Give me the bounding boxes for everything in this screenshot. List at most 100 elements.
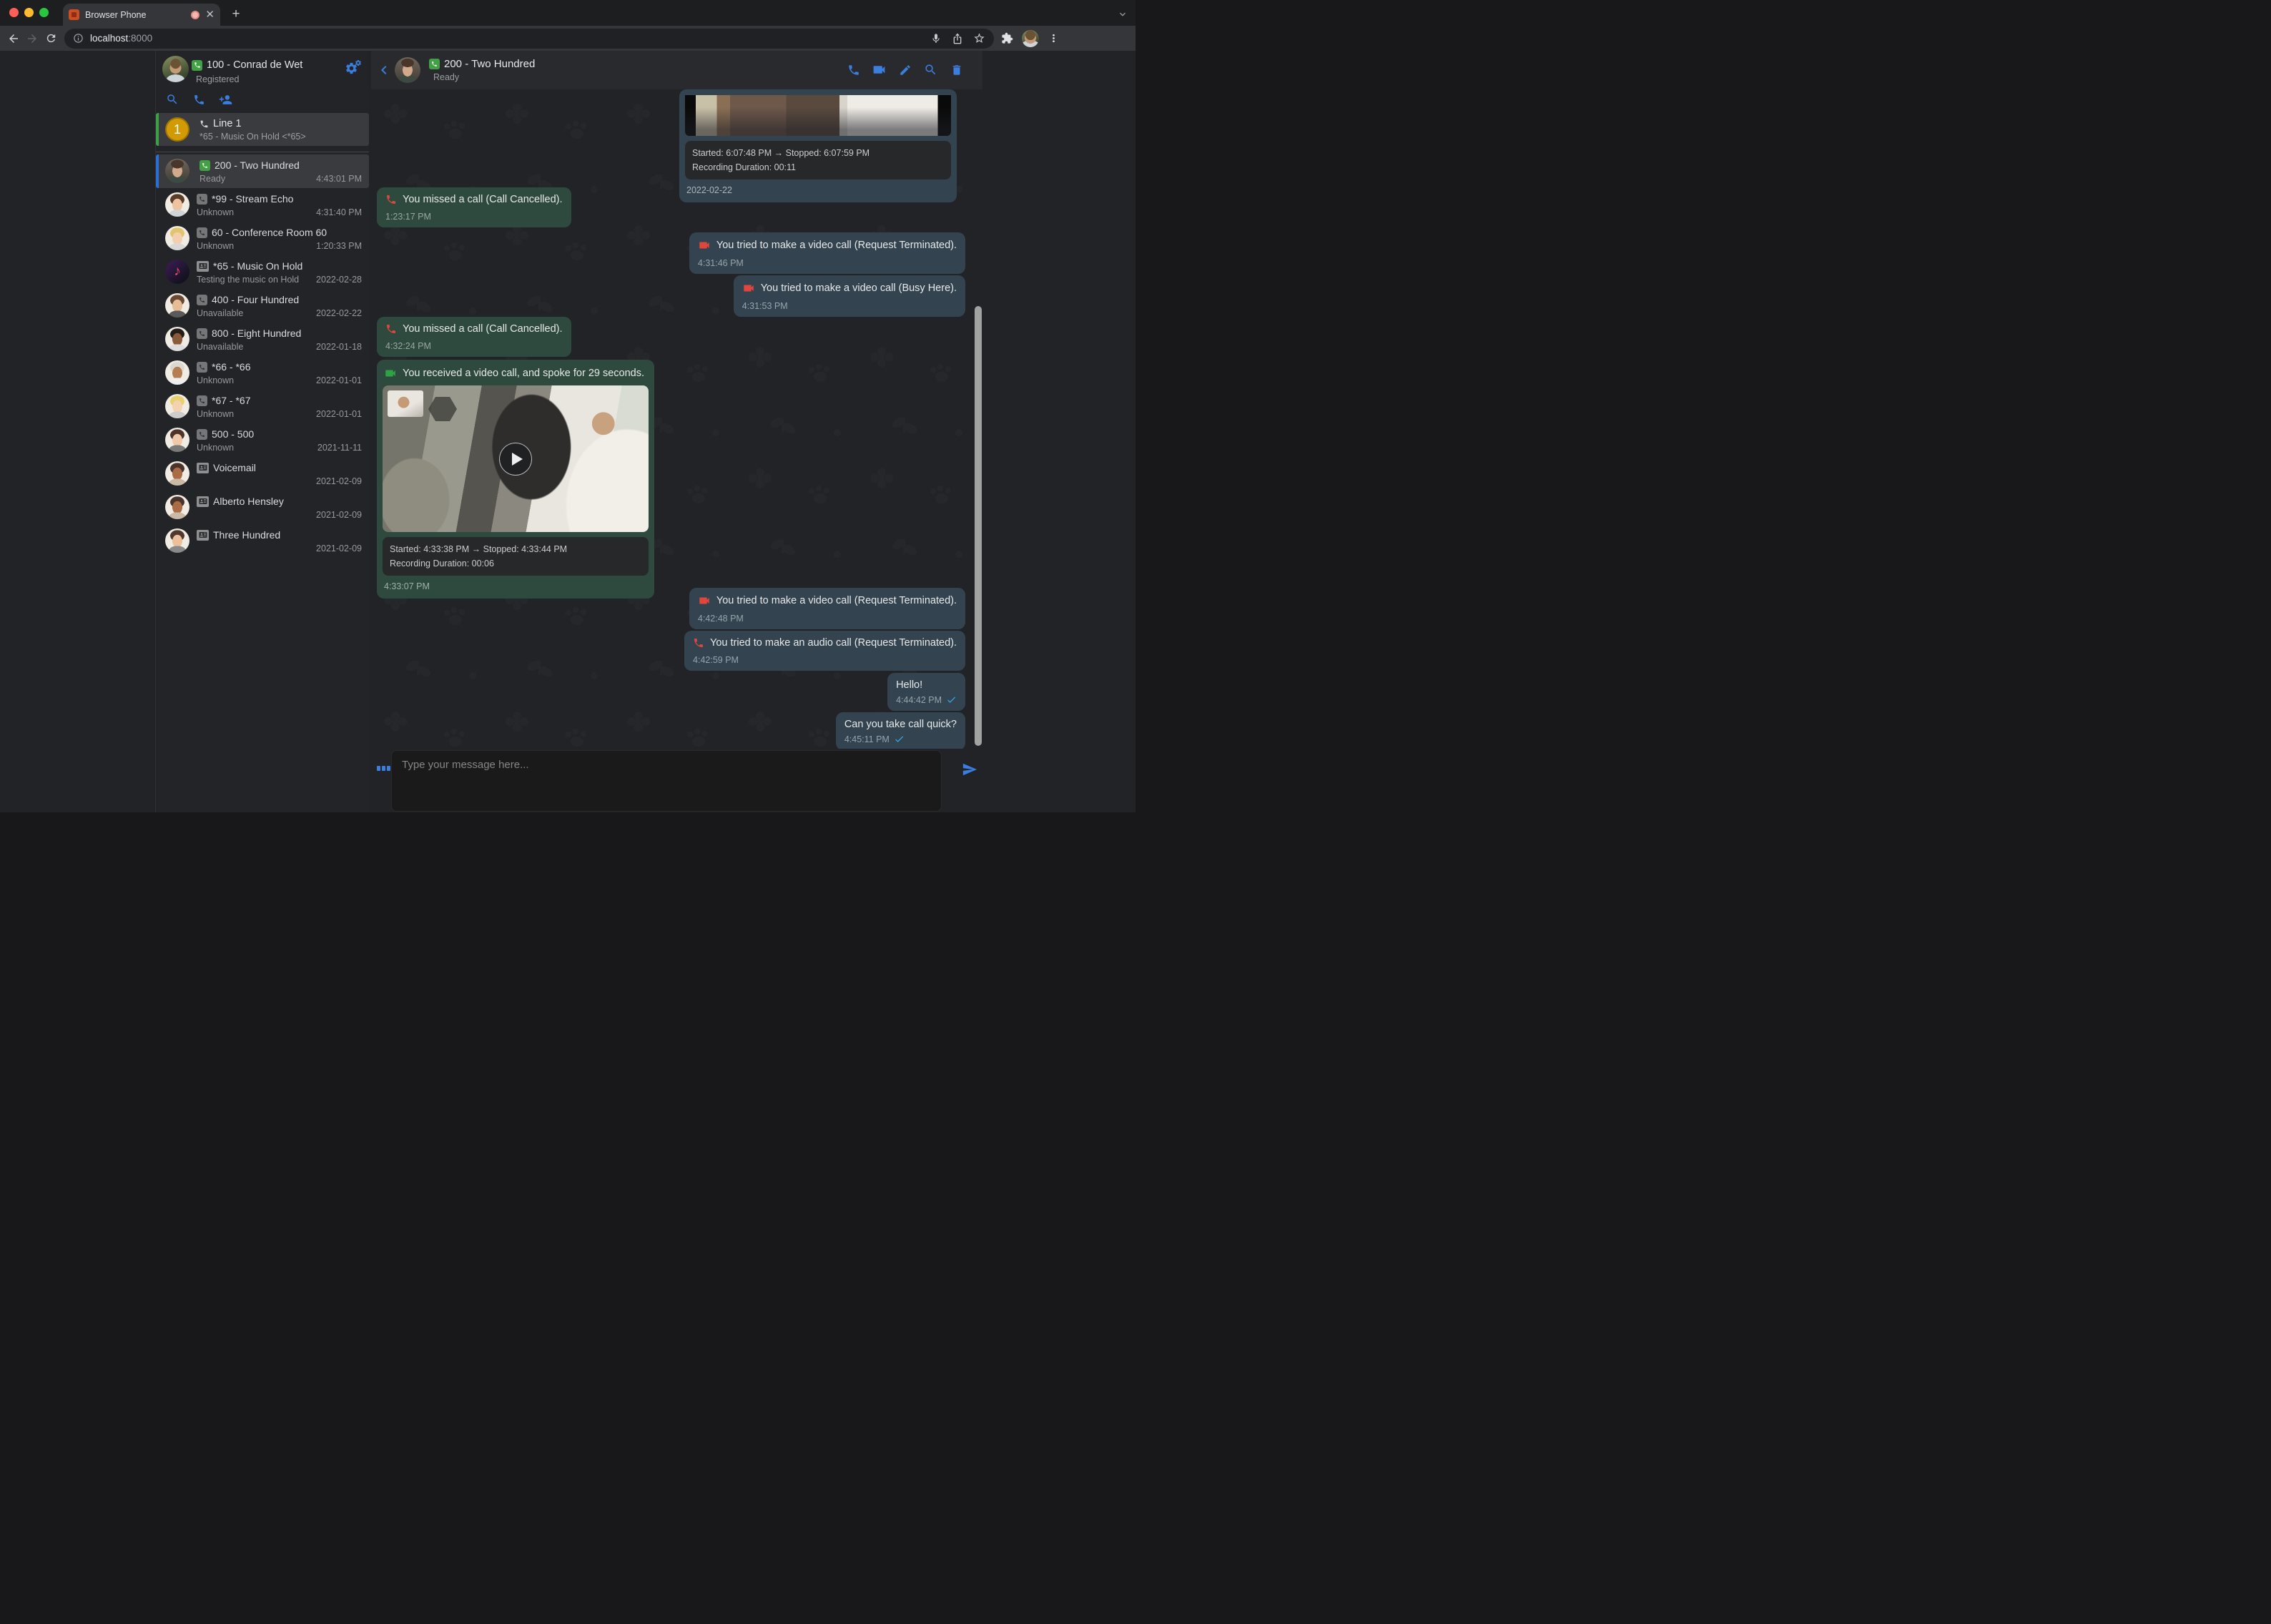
buddy-item-500[interactable]: 500 - 500 Unknown2021-11-11 <box>156 423 369 457</box>
send-message-icon[interactable] <box>962 762 977 777</box>
tab-close-button[interactable]: ✕ <box>205 9 215 20</box>
buddy-status: Unknown <box>197 207 234 217</box>
buddy-time: 2022-02-28 <box>316 275 362 285</box>
buddy-time: 2021-11-11 <box>317 443 362 453</box>
chat-contact-status: Ready <box>433 72 459 82</box>
mic-icon[interactable] <box>930 33 942 44</box>
buddy-time: 4:31:40 PM <box>316 207 362 217</box>
wall-hexagon-decor <box>428 397 457 421</box>
video-call-icon <box>698 594 711 607</box>
audio-call-icon <box>693 637 704 649</box>
buddy-item-65[interactable]: ♪ *65 - Music On Hold Testing the music … <box>156 255 369 289</box>
buddy-time: 1:20:33 PM <box>316 241 362 251</box>
buddy-status: Unknown <box>197 443 234 453</box>
refresh-button[interactable] <box>41 29 60 48</box>
message-time: 1:23:17 PM <box>385 212 563 222</box>
buddy-name: 60 - Conference Room 60 <box>212 227 327 238</box>
minimize-window-button[interactable] <box>24 8 34 17</box>
back-button[interactable] <box>4 29 23 48</box>
address-bar[interactable]: localhost:8000 <box>64 29 994 49</box>
new-tab-button[interactable]: + <box>227 6 245 23</box>
buddy-time: 2022-01-01 <box>316 375 362 385</box>
active-line-item[interactable]: 1 Line 1 *65 - Music On Hold <*65> <box>156 113 369 146</box>
message-video-call-request-2: You tried to make a video call (Request … <box>689 588 965 629</box>
message-time: 4:33:07 PM <box>384 581 647 591</box>
video-player[interactable] <box>383 385 649 532</box>
tab-recording-indicator-icon <box>191 11 199 19</box>
search-messages-button[interactable] <box>923 62 938 77</box>
buddy-item-60[interactable]: 60 - Conference Room 60 Unknown 1:20:33 P… <box>156 222 369 255</box>
url-text[interactable]: localhost:8000 <box>90 33 152 44</box>
contact-card-icon <box>197 261 209 272</box>
extensions-puzzle-icon[interactable] <box>1001 32 1013 44</box>
message-sent-quick: Can you take call quick? 4:45:11 PM <box>836 712 965 749</box>
browser-menu-icon[interactable] <box>1048 32 1060 44</box>
buddy-name: 200 - Two Hundred <box>215 159 300 171</box>
message-video-recording-top: Started: 6:07:48 PM → Stopped: 6:07:59 P… <box>679 89 957 202</box>
buddy-name: 800 - Eight Hundred <box>212 328 301 339</box>
settings-gears-icon[interactable] <box>345 61 358 75</box>
buddy-name: *66 - *66 <box>212 361 250 373</box>
tab-favicon-icon <box>69 9 79 20</box>
message-time: 4:42:48 PM <box>698 614 957 624</box>
buddy-item-three-hundred[interactable]: Three Hundred 2021-02-09 <box>156 524 369 558</box>
buddy-name: *67 - *67 <box>212 395 250 406</box>
video-call-icon <box>742 282 755 295</box>
buddy-item-400[interactable]: 400 - Four Hundred Unavailable2022-02-22 <box>156 289 369 323</box>
bookmark-star-icon[interactable] <box>973 32 985 44</box>
message-missed-call-2: You missed a call (Call Cancelled). 4:32… <box>377 317 571 357</box>
maximize-window-button[interactable] <box>39 8 49 17</box>
audio-call-button[interactable] <box>846 62 861 77</box>
buddy-avatar <box>165 159 189 183</box>
buddy-item-200[interactable]: 200 - Two Hundred Ready4:43:01 PM <box>156 154 369 188</box>
message-input[interactable] <box>391 750 942 812</box>
chat-header: 200 - Two Hundred Ready <box>371 51 982 89</box>
browser-profile-avatar[interactable] <box>1022 30 1039 47</box>
buddy-item-alberto[interactable]: Alberto Hensley 2021-02-09 <box>156 491 369 524</box>
find-buddy-search-icon[interactable] <box>164 92 180 107</box>
phone-square-gray-icon <box>197 429 207 440</box>
buddy-item-99[interactable]: *99 - Stream Echo Unknown4:31:40 PM <box>156 188 369 222</box>
video-thumbnail[interactable] <box>685 95 951 136</box>
recording-info-panel: Started: 6:07:48 PM → Stopped: 6:07:59 P… <box>685 141 951 179</box>
browser-tab[interactable]: Browser Phone ✕ <box>63 4 220 26</box>
message-time: 4:31:53 PM <box>742 301 957 311</box>
buddy-item-voicemail[interactable]: Voicemail 2021-02-09 <box>156 457 369 491</box>
browser-window: Browser Phone ✕ + localhost:8000 <box>0 0 1136 812</box>
site-info-icon[interactable] <box>73 33 84 44</box>
buddy-item-67[interactable]: *67 - *67 Unknown2022-01-01 <box>156 390 369 423</box>
share-icon[interactable] <box>952 33 963 44</box>
message-text: You missed a call (Call Cancelled). <box>403 194 563 205</box>
profile-avatar[interactable] <box>162 56 189 82</box>
tab-search-chevron-icon[interactable] <box>1117 9 1128 20</box>
buddy-name: Voicemail <box>213 462 256 473</box>
phone-square-gray-icon <box>197 328 207 339</box>
message-text: Can you take call quick? <box>844 719 957 730</box>
buddy-item-66[interactable]: *66 - *66 Unknown 2022-01-01 <box>156 356 369 390</box>
close-window-button[interactable] <box>9 8 19 17</box>
video-call-button[interactable] <box>872 62 887 77</box>
forward-button[interactable] <box>23 29 41 48</box>
buddy-item-800[interactable]: 800 - Eight Hundred Unavailable2022-01-1… <box>156 323 369 356</box>
add-buddy-icon[interactable] <box>217 92 233 107</box>
buddy-status: Testing the music on Hold <box>197 275 299 285</box>
phone-square-green-icon <box>429 59 440 69</box>
chat-back-icon[interactable] <box>375 61 393 79</box>
recording-duration: Recording Duration: 00:06 <box>390 556 641 571</box>
message-time: 4:44:42 PM <box>896 695 942 705</box>
picture-in-picture-preview <box>388 390 423 417</box>
buddy-status: Unknown <box>197 375 234 385</box>
chat-scrollbar[interactable] <box>975 306 982 746</box>
recording-duration: Recording Duration: 00:11 <box>692 160 944 174</box>
more-options-button[interactable] <box>377 766 390 771</box>
delete-conversation-button[interactable] <box>949 62 964 77</box>
phone-square-gray-icon <box>197 395 207 406</box>
delivered-check-icon <box>946 694 957 705</box>
edit-buddy-button[interactable] <box>897 62 912 77</box>
buddy-avatar <box>165 394 189 418</box>
dial-phone-icon[interactable] <box>191 92 207 107</box>
registered-phone-icon <box>192 60 202 71</box>
buddy-status: Unknown <box>197 241 234 251</box>
buddy-sidebar: 100 - Conrad de Wet Registered 1 Line 1 … <box>155 51 368 812</box>
play-button[interactable] <box>499 443 532 476</box>
